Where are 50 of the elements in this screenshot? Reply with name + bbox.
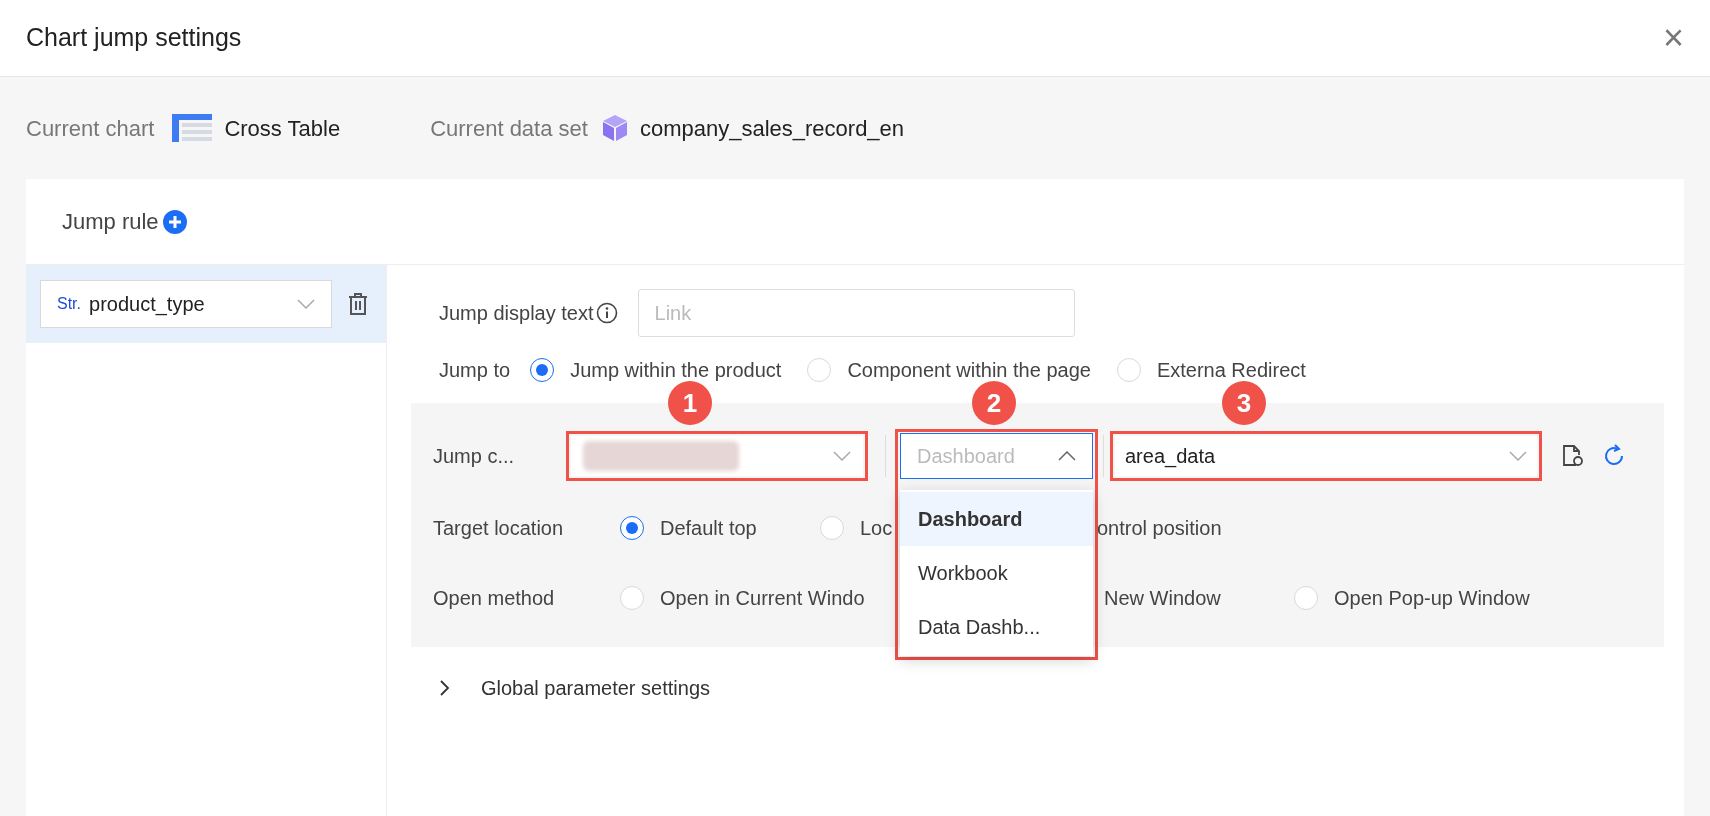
select-value: area_data: [1125, 444, 1216, 470]
select-value: Dashboard: [917, 444, 1015, 469]
menu-item[interactable]: Dashboard: [900, 492, 1093, 546]
dialog-title: Chart jump settings: [26, 22, 242, 54]
caret-icon: [1058, 451, 1076, 461]
close-button[interactable]: ×: [1662, 20, 1684, 56]
radio-label: Loc: [860, 516, 893, 541]
target-select[interactable]: area_data: [1115, 436, 1537, 476]
trash-icon[interactable]: [348, 293, 368, 315]
menu-item[interactable]: Workbook: [900, 546, 1093, 600]
field-label: Jump c...: [433, 444, 516, 469]
add-icon[interactable]: [162, 209, 187, 234]
radio-label: Default top: [660, 516, 757, 541]
field-label: Jump display text: [439, 301, 594, 326]
chart-name: Cross Table: [224, 114, 341, 143]
radio-label: Open Pop-up Window: [1334, 586, 1530, 611]
dataset-name: company_sales_record_en: [639, 114, 905, 143]
step-badge: 1: [668, 381, 712, 425]
caret-icon: [1509, 451, 1527, 461]
caret-icon: [297, 299, 315, 309]
type-tag: Str.: [57, 292, 81, 316]
step-badge: 3: [1222, 381, 1266, 425]
caret-icon: [833, 451, 851, 461]
chevron-icon[interactable]: [439, 679, 451, 697]
step-badge: 2: [972, 381, 1016, 425]
display-text-field[interactable]: Link: [637, 289, 1075, 337]
field-label: Open method: [433, 586, 556, 611]
table-icon: [172, 114, 213, 142]
field-label: Current chart: [26, 114, 155, 143]
field-label: Current data set: [430, 114, 588, 143]
radio-button[interactable]: [620, 516, 644, 540]
radio-label: Jump within the product: [570, 358, 782, 383]
section-title: Jump rule: [62, 208, 159, 236]
menu-item[interactable]: Data Dashb...: [900, 600, 1093, 654]
rule-item[interactable]: Str. product_type: [26, 265, 386, 343]
field-label: Target location: [433, 516, 565, 541]
radio-label: ontrol position: [1097, 516, 1222, 541]
field-label: Jump to: [439, 358, 511, 383]
radio-label: New Window: [1104, 586, 1221, 611]
section-toggle[interactable]: Global parameter settings: [481, 673, 710, 703]
info-icon: [595, 302, 618, 324]
document-settings-icon[interactable]: [1562, 444, 1584, 468]
refresh-icon[interactable]: [1602, 444, 1626, 468]
radio-button[interactable]: [530, 358, 555, 382]
field-select[interactable]: Str. product_type: [40, 280, 332, 328]
field-value: product_type: [89, 292, 206, 318]
cube-icon: [601, 114, 628, 142]
radio-label: Externa Redirect: [1156, 358, 1306, 383]
radio-label: Component within the page: [847, 358, 1091, 383]
radio-label: Open in Current Windo: [660, 586, 865, 611]
